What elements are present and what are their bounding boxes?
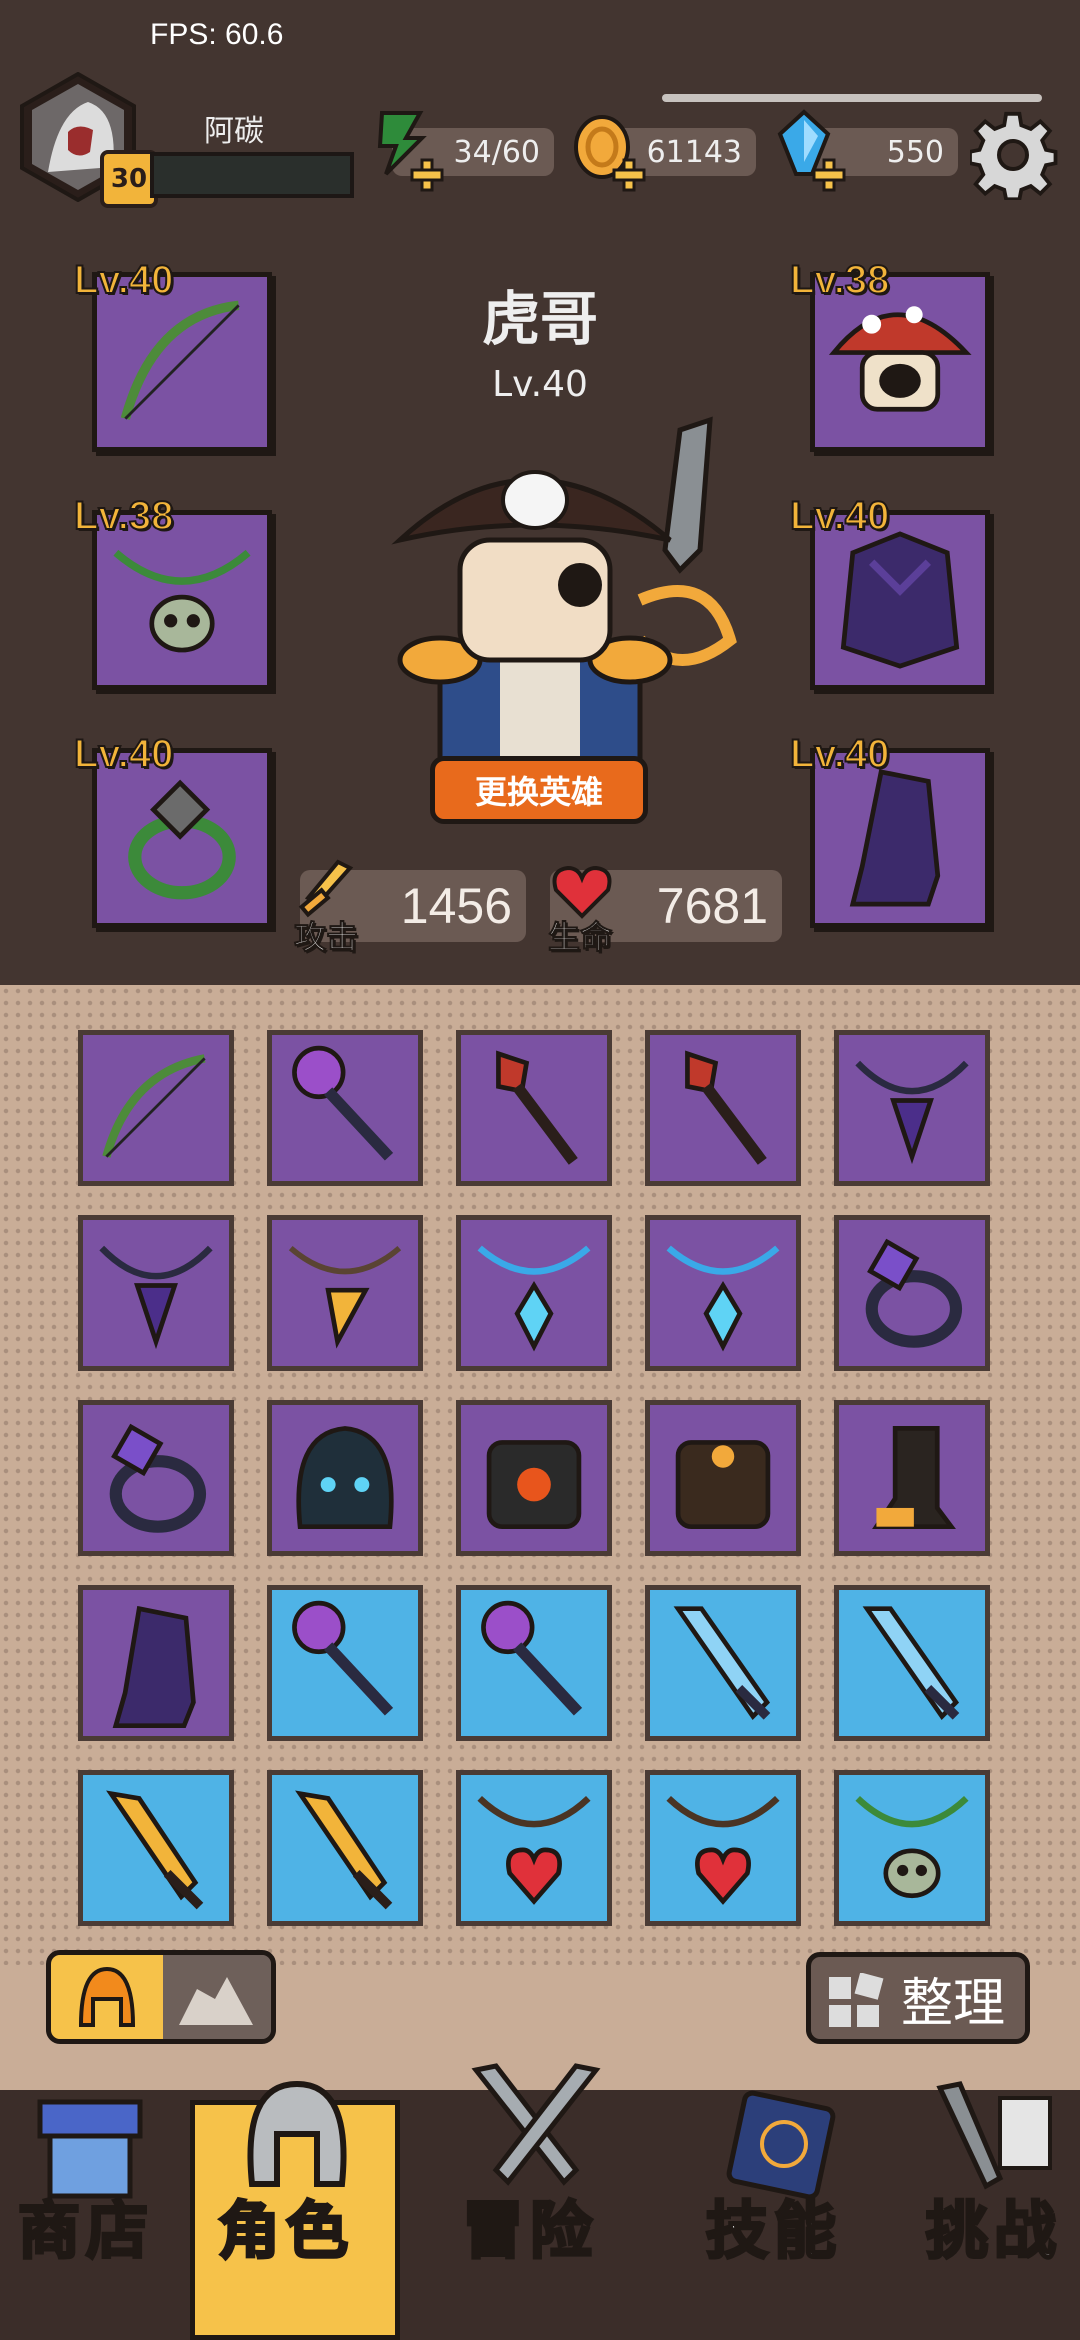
inventory-item-heart-necklace[interactable]: [456, 1770, 612, 1926]
inventory-item-gold-sword[interactable]: [267, 1770, 423, 1926]
equip-level-ring: Lv.40: [73, 731, 174, 777]
equipment-filter-toggle[interactable]: [46, 1950, 276, 2044]
inventory-item-torch[interactable]: [645, 1030, 801, 1186]
hp-value: 7681: [656, 878, 768, 934]
sort-button[interactable]: 整理: [806, 1952, 1030, 2044]
equip-level-necklace: Lv.38: [73, 493, 174, 539]
nav-challenge[interactable]: 挑战: [924, 2180, 1062, 2270]
add-energy-icon[interactable]: [410, 158, 444, 192]
dark-amulet-icon: [855, 1060, 969, 1165]
nav-skills[interactable]: 技能: [704, 2180, 842, 2270]
inventory-item-heart-necklace[interactable]: [645, 1770, 801, 1926]
inventory-item-gold-sword[interactable]: [78, 1770, 234, 1926]
inventory-item-torch[interactable]: [456, 1030, 612, 1186]
crossed-swords-icon: [471, 2063, 601, 2186]
bow-icon: [102, 1054, 206, 1158]
inventory-item-crystal-necklace[interactable]: [456, 1215, 612, 1371]
equip-level-boots: Lv.40: [789, 731, 890, 777]
inventory-item-sword[interactable]: [834, 1585, 990, 1741]
staff-orb-icon: [292, 1600, 394, 1716]
nav-character[interactable]: 角色: [216, 2180, 354, 2270]
staff-orb-icon: [481, 1600, 583, 1716]
sword-icon: [673, 1606, 771, 1720]
inventory-item-fire-armor[interactable]: [456, 1400, 612, 1556]
xp-bar: [150, 152, 354, 198]
stone-icon: [179, 1977, 253, 2025]
nav-adventure[interactable]: 冒险: [460, 2180, 598, 2270]
equip-level-helmet: Lv.38: [789, 257, 890, 303]
add-gold-icon[interactable]: [612, 158, 646, 192]
player-name: 阿碳: [204, 114, 264, 149]
gem-value: 550: [886, 134, 944, 170]
change-hero-button[interactable]: 更换英雄: [430, 756, 648, 824]
crystal-necklace-icon: [477, 1245, 591, 1352]
inventory-item-ring[interactable]: [834, 1215, 990, 1371]
ring-icon: [109, 1423, 207, 1533]
inventory-item-gold-amulet[interactable]: [267, 1215, 423, 1371]
energy-value: 34/60: [453, 134, 540, 170]
inventory-item-dark-amulet[interactable]: [834, 1030, 990, 1186]
progress-line: [662, 94, 1042, 102]
inventory-item-staff-orb[interactable]: [456, 1585, 612, 1741]
sort-label: 整理: [900, 1973, 1005, 2034]
sort-icon: [829, 1973, 884, 2027]
inventory-item-staff-orb[interactable]: [267, 1030, 423, 1186]
equip-level-bow: Lv.40: [73, 257, 174, 303]
nav-shop[interactable]: 商店: [16, 2180, 154, 2270]
character-helmet-icon: [247, 2080, 347, 2187]
crystal-necklace-icon: [666, 1245, 780, 1352]
heart-necklace-icon: [477, 1796, 591, 1905]
skull-necklace-icon: [113, 549, 251, 653]
inventory-item-staff-orb[interactable]: [267, 1585, 423, 1741]
inventory-item-dark-armor[interactable]: [645, 1400, 801, 1556]
inventory-item-sword[interactable]: [645, 1585, 801, 1741]
filter-equipment-tab[interactable]: [51, 1955, 163, 2039]
helmet-icon: [296, 1426, 394, 1530]
ring-icon: [128, 779, 236, 900]
inventory-item-skull-necklace[interactable]: [834, 1770, 990, 1926]
dark-amulet-icon: [99, 1245, 213, 1350]
settings-gear-icon[interactable]: [970, 110, 1060, 200]
ring-icon: [865, 1238, 963, 1348]
staff-orb-icon: [292, 1045, 394, 1161]
pirate-hero-portrait: [391, 416, 737, 770]
inventory-item-dark-amulet[interactable]: [78, 1215, 234, 1371]
sword-icon: [862, 1606, 960, 1720]
inventory-item-helmet[interactable]: [267, 1400, 423, 1556]
torch-icon: [685, 1050, 767, 1165]
fps-counter: FPS: 60.6: [150, 18, 284, 51]
helmet-icon: [78, 1966, 136, 2027]
armor-icon: [840, 531, 960, 669]
gold-amulet-icon: [288, 1245, 402, 1349]
torch-icon: [496, 1050, 578, 1165]
inventory-item-ring[interactable]: [78, 1400, 234, 1556]
boots-icon: [849, 769, 941, 907]
inventory-item-boot[interactable]: [834, 1400, 990, 1556]
gold-value: 61143: [646, 134, 742, 170]
skull-necklace-icon: [855, 1796, 969, 1899]
hero-name: 虎哥: [481, 285, 598, 353]
add-gem-icon[interactable]: [812, 158, 846, 192]
inventory-item-armor-boot[interactable]: [78, 1585, 234, 1741]
heart-necklace-icon: [666, 1796, 780, 1905]
fire-armor-icon: [486, 1440, 582, 1530]
armor-boot-icon: [112, 1605, 196, 1729]
attack-value: 1456: [400, 878, 512, 934]
gold-sword-icon: [106, 1790, 204, 1910]
equip-level-armor: Lv.40: [789, 493, 890, 539]
dark-armor-icon: [675, 1440, 771, 1530]
inventory-item-crystal-necklace[interactable]: [645, 1215, 801, 1371]
hp-label: 生命: [547, 918, 613, 957]
filter-materials-tab[interactable]: [163, 1955, 271, 2039]
inventory-item-bow[interactable]: [78, 1030, 234, 1186]
gold-sword-icon: [295, 1790, 393, 1910]
hero-level: Lv.40: [492, 364, 588, 405]
attack-label: 攻击: [293, 918, 359, 957]
boot-icon: [872, 1426, 956, 1530]
